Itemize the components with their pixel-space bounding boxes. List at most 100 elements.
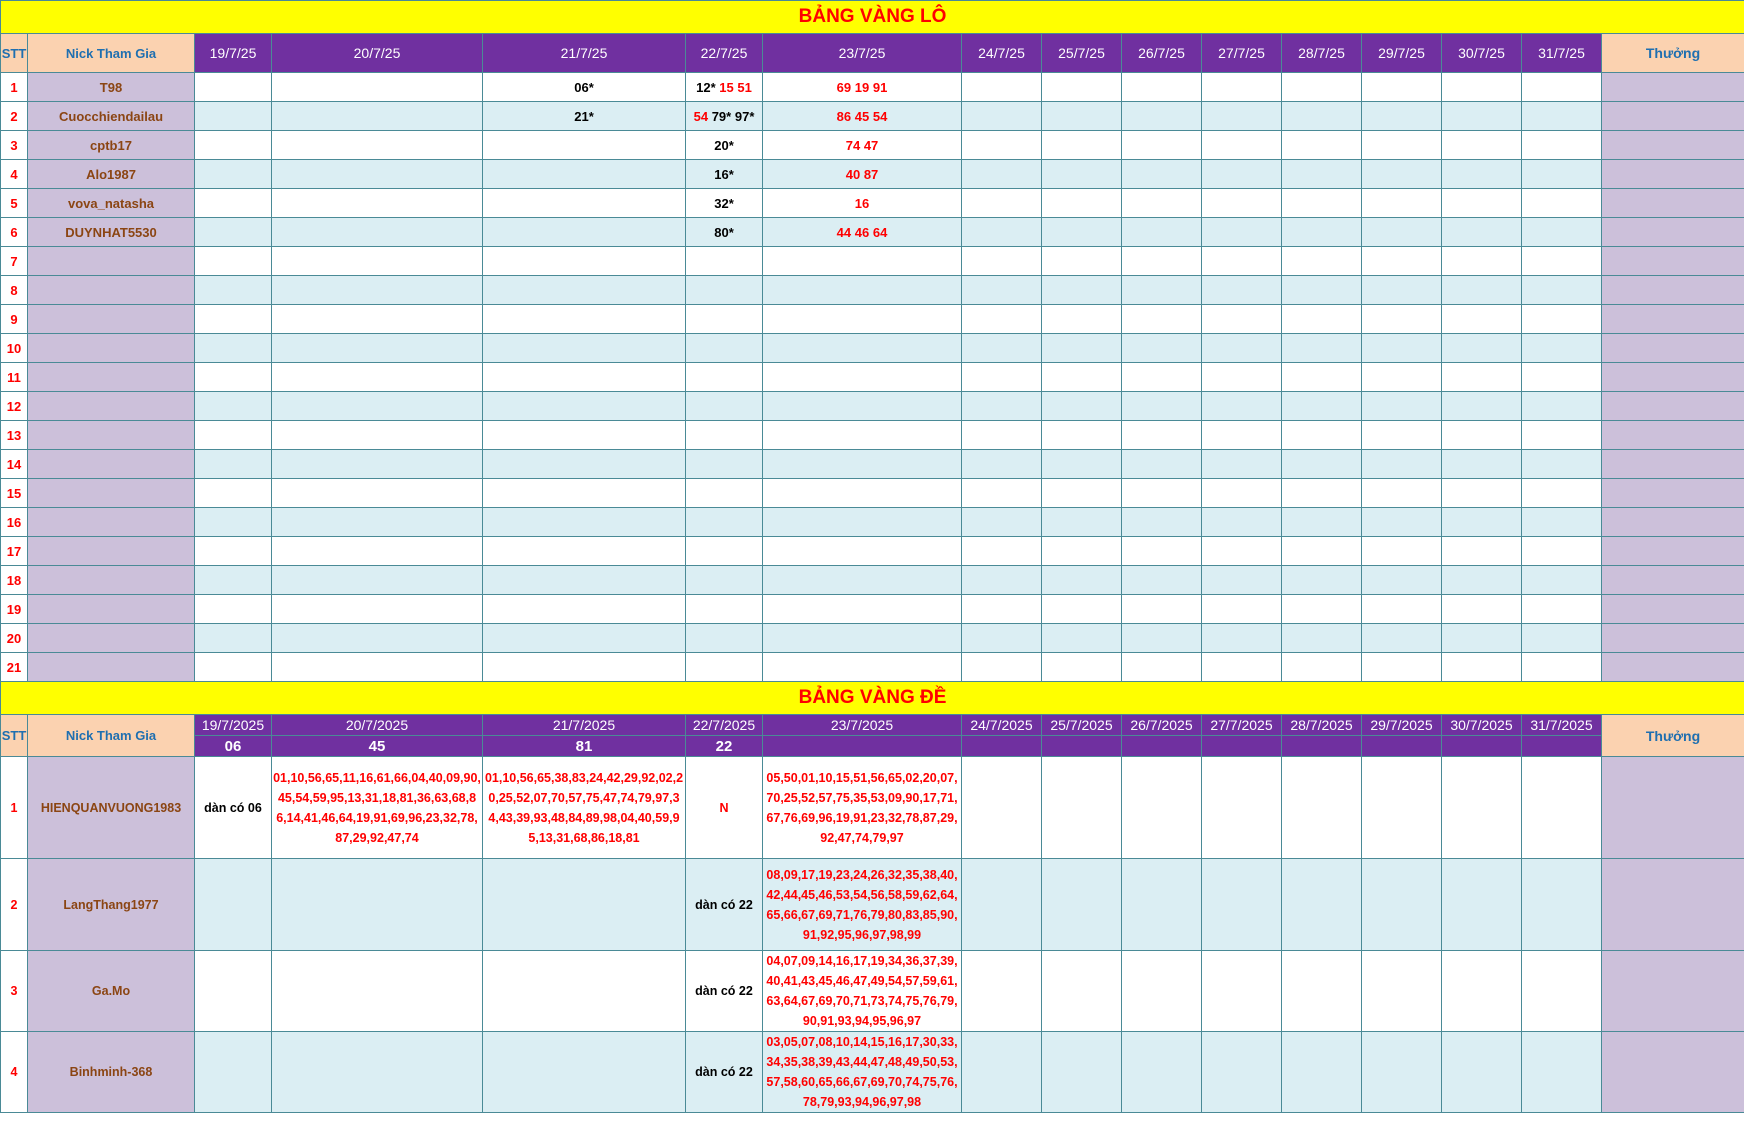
- lo-cell: [685, 478, 763, 508]
- lo-date-header: 31/7/25: [1521, 33, 1602, 73]
- lo-date-header: 21/7/25: [482, 33, 686, 73]
- lo-cell: [271, 333, 483, 363]
- de-nick-header: Nick Tham Gia: [27, 714, 195, 757]
- lo-cell: [762, 333, 962, 363]
- lo-row: 2 Cuocchiendailau 21* 54 79* 97* 86 45 54: [0, 101, 1744, 131]
- lo-cell: [1441, 536, 1522, 566]
- prize-cell: [1600, 449, 1744, 479]
- de-cell: [1521, 756, 1602, 859]
- lo-row: 11: [0, 362, 1744, 392]
- lo-cell: [1441, 652, 1522, 682]
- lo-cell: [1521, 101, 1602, 131]
- lo-cell: [482, 420, 686, 450]
- lo-cell: [762, 594, 962, 624]
- de-cell: [1041, 858, 1122, 951]
- de-title: BẢNG VÀNG ĐỀ: [0, 681, 1744, 715]
- de-result: [1361, 735, 1442, 757]
- lo-cell: [685, 420, 763, 450]
- de-date-header: 24/7/2025: [961, 714, 1042, 736]
- lo-cell: [1201, 652, 1282, 682]
- de-result: [1041, 735, 1122, 757]
- lo-cell: [482, 333, 686, 363]
- lo-cell: [1281, 333, 1362, 363]
- lo-cell: [1361, 333, 1442, 363]
- lo-cell: [482, 362, 686, 392]
- lo-cell: [762, 362, 962, 392]
- prize-cell: [1600, 304, 1744, 334]
- lo-cell: [1361, 246, 1442, 276]
- lo-cell: [1201, 478, 1282, 508]
- lo-cell: [1281, 72, 1362, 102]
- row-number: 8: [0, 275, 28, 305]
- nick-name: Binhminh-368: [27, 1031, 195, 1113]
- lo-cell: [762, 536, 962, 566]
- row-number: 21: [0, 652, 28, 682]
- lo-cell: [1361, 652, 1442, 682]
- de-date-header: 29/7/2025: [1361, 714, 1442, 736]
- de-cell: [482, 858, 686, 951]
- lo-cell: [762, 246, 962, 276]
- lo-cell: [1521, 217, 1602, 247]
- lo-cell: [1041, 391, 1122, 421]
- lo-cell: [1361, 159, 1442, 189]
- nick-name: [27, 478, 195, 508]
- lo-cell: [1361, 507, 1442, 537]
- prize-cell: [1600, 130, 1744, 160]
- de-result: 06: [194, 735, 272, 757]
- lo-cell: [1281, 536, 1362, 566]
- lo-cell: [1121, 565, 1202, 595]
- nick-name: vova_natasha: [27, 188, 195, 218]
- lo-cell: 54 79* 97*: [685, 101, 763, 131]
- de-cell: 03,05,07,08,10,14,15,16,17,30,33,34,35,3…: [762, 1031, 962, 1113]
- de-cell: [1281, 1031, 1362, 1113]
- de-cell: [1201, 1031, 1282, 1113]
- lo-cell: [1201, 623, 1282, 653]
- de-stt-header: STT: [0, 714, 28, 757]
- lo-cell: [271, 159, 483, 189]
- de-result: 81: [482, 735, 686, 757]
- de-date-header: 22/7/2025: [685, 714, 763, 736]
- lo-cell: [1521, 623, 1602, 653]
- prize-cell: [1600, 391, 1744, 421]
- de-cell: [961, 1031, 1042, 1113]
- de-row: 3 Ga.Mo dàn có 22 04,07,09,14,16,17,19,34,3…: [0, 950, 1744, 1032]
- nick-name: [27, 623, 195, 653]
- lo-cell: [482, 246, 686, 276]
- lo-cell: [1521, 275, 1602, 305]
- de-date-header: 25/7/2025: [1041, 714, 1122, 736]
- lo-cell: [762, 391, 962, 421]
- lo-cell: [1281, 246, 1362, 276]
- de-cell: [1281, 858, 1362, 951]
- lo-row: 5 vova_natasha 32* 16: [0, 188, 1744, 218]
- de-row: 2 LangThang1977 dàn có 22 08,09,17,19,23,24…: [0, 858, 1744, 951]
- row-number: 18: [0, 565, 28, 595]
- prize-cell: [1600, 1031, 1744, 1113]
- lo-cell: [1201, 275, 1282, 305]
- lo-title: BẢNG VÀNG LÔ: [0, 0, 1744, 34]
- lo-cell: [1041, 333, 1122, 363]
- lo-cell: [1121, 536, 1202, 566]
- lo-cell: [1121, 478, 1202, 508]
- lo-cell: [1441, 217, 1522, 247]
- lo-cell: [1361, 623, 1442, 653]
- nick-name: [27, 275, 195, 305]
- de-cell: [194, 1031, 272, 1113]
- row-number: 16: [0, 507, 28, 537]
- lo-cell: [1201, 565, 1282, 595]
- lo-cell: [194, 391, 272, 421]
- lo-cell: [762, 449, 962, 479]
- lo-cell: [1121, 246, 1202, 276]
- lo-cell: [1041, 188, 1122, 218]
- lo-cell: [1121, 101, 1202, 131]
- de-cell: 05,50,01,10,15,51,56,65,02,20,07,70,25,5…: [762, 756, 962, 859]
- prize-cell: [1600, 565, 1744, 595]
- lo-cell: 16: [762, 188, 962, 218]
- lo-cell: [961, 188, 1042, 218]
- lo-cell: [482, 478, 686, 508]
- lo-cell: [1521, 565, 1602, 595]
- nick-name: Ga.Mo: [27, 950, 195, 1032]
- nick-name: HIENQUANVUONG1983: [27, 756, 195, 859]
- de-cell: [271, 858, 483, 951]
- lo-cell: [1441, 159, 1522, 189]
- lo-cell: [1201, 72, 1282, 102]
